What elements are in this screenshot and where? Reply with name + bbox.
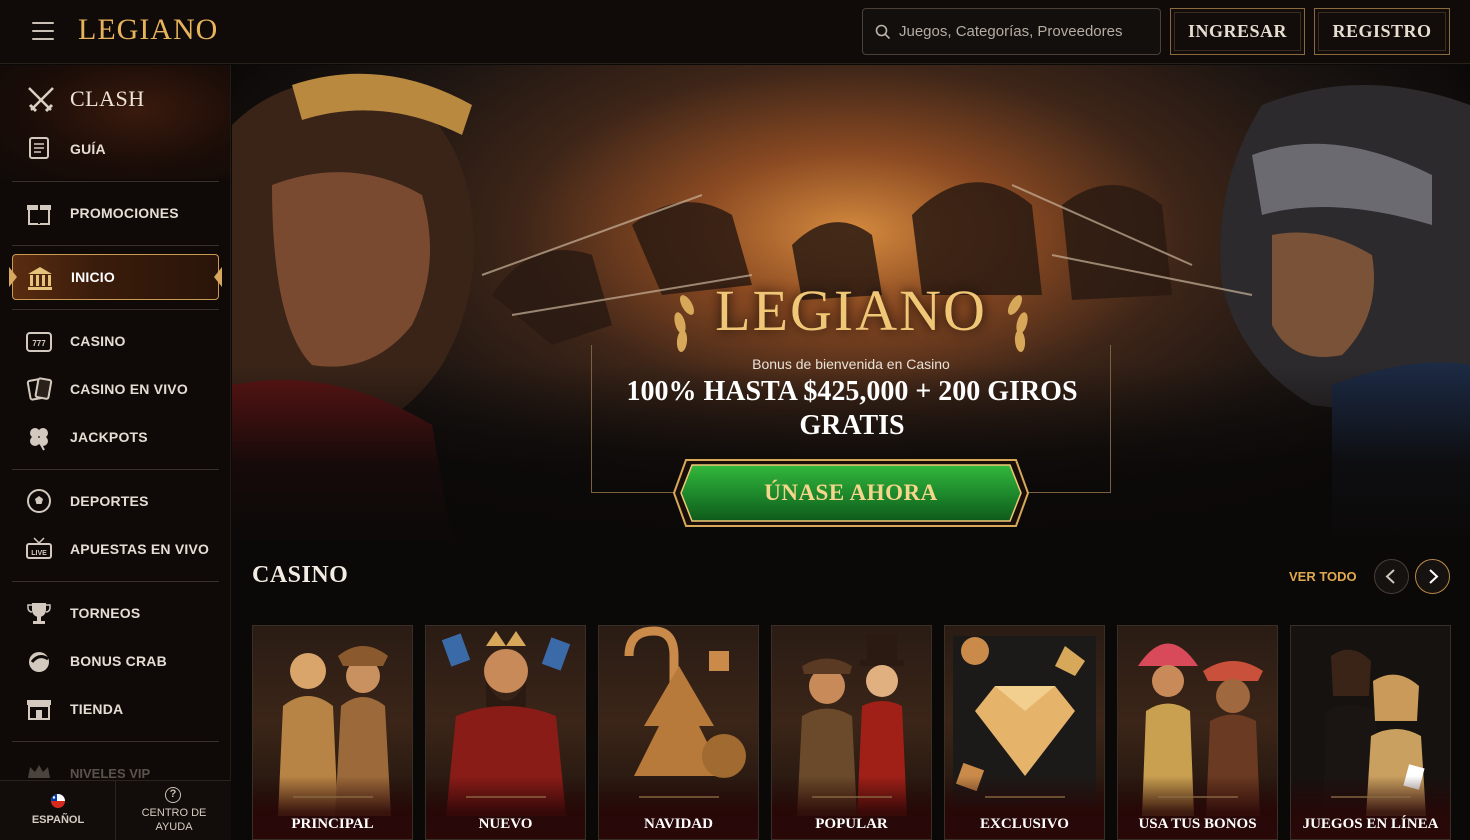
sidebar-item-apuestas-en-vivo[interactable]: LIVE APUESTAS EN VIVO	[12, 526, 219, 572]
sidebar-item-label: BONUS CRAB	[70, 653, 167, 669]
sidebar-item-deportes[interactable]: DEPORTES	[12, 478, 219, 524]
top-header: LEGIANO INGRESAR REGISTRO	[0, 0, 1470, 64]
card-label: JUEGOS EN LÍNEA	[1302, 816, 1439, 832]
sidebar-item-guia[interactable]: GUÍA	[12, 126, 219, 172]
trophy-icon	[27, 603, 51, 624]
sidebar-item-label: INICIO	[71, 269, 115, 285]
chevron-left-icon	[1385, 569, 1395, 584]
card-label: USA TUS BONOS	[1138, 816, 1257, 832]
register-button[interactable]: REGISTRO	[1314, 8, 1450, 55]
join-now-button[interactable]: ÚNASE AHORA	[672, 458, 1030, 528]
shop-icon	[27, 700, 51, 720]
category-card-exclusivo[interactable]: EXCLUSIVO	[944, 625, 1105, 840]
sidebar-item-label: CASINO EN VIVO	[70, 381, 188, 397]
category-card-popular[interactable]: POPULAR	[771, 625, 932, 840]
card-ornament	[466, 796, 546, 798]
sidebar-item-label: JACKPOTS	[70, 429, 148, 445]
sidebar-item-label: TORNEOS	[70, 605, 141, 621]
hero-title: 100% HASTA $425,000 + 200 GIROS GRATIS	[626, 376, 1078, 441]
clover-icon	[30, 428, 48, 451]
sidebar-item-tienda[interactable]: TIENDA	[12, 686, 219, 732]
help-center-label: CENTRO DE AYUDA	[141, 807, 207, 833]
sidebar: CLASH GUÍA PROMOCIONES INICIO 777 CASINO…	[0, 65, 231, 840]
view-all-link[interactable]: VER TODO	[1289, 569, 1357, 584]
card-ornament	[293, 796, 373, 798]
search-input[interactable]	[899, 23, 1149, 40]
category-card-nuevo[interactable]: NUEVO	[425, 625, 586, 840]
card-ornament	[1331, 796, 1411, 798]
chevron-right-icon	[1429, 569, 1439, 584]
card-label: NUEVO	[478, 816, 533, 832]
sidebar-item-label: GUÍA	[70, 141, 106, 157]
sidebar-item-torneos[interactable]: TORNEOS	[12, 590, 219, 636]
sidebar-item-casino-en-vivo[interactable]: CASINO EN VIVO	[12, 366, 219, 412]
hero-subtitle: Bonus de bienvenida en Casino	[752, 356, 950, 372]
site-logo[interactable]: LEGIANO	[78, 13, 218, 47]
join-now-label: ÚNASE AHORA	[764, 480, 938, 505]
hero-logo: LEGIANO	[715, 278, 987, 343]
clash-title: CLASH	[70, 86, 145, 111]
sidebar-item-label: DEPORTES	[70, 493, 149, 509]
chile-flag-icon	[51, 794, 65, 808]
sidebar-item-bonus-crab[interactable]: BONUS CRAB	[12, 638, 219, 684]
hero-banner: LEGIANO Bonus de bienvenida en Casino 10…	[232, 65, 1470, 543]
carousel-prev-button[interactable]	[1374, 559, 1409, 594]
sidebar-item-jackpots[interactable]: JACKPOTS	[12, 414, 219, 460]
card-ornament	[985, 796, 1065, 798]
cards-icon	[26, 377, 53, 401]
temple-icon	[28, 267, 52, 290]
category-card-principal[interactable]: PRINCIPAL	[252, 625, 413, 840]
menu-icon[interactable]	[32, 22, 54, 40]
sidebar-item-label: APUESTAS EN VIVO	[70, 541, 210, 557]
card-label: POPULAR	[815, 816, 888, 832]
crown-icon	[28, 765, 50, 778]
login-button[interactable]: INGRESAR	[1170, 8, 1305, 55]
sidebar-item-label: PROMOCIONES	[70, 205, 179, 221]
casino-section-title: CASINO	[252, 562, 349, 588]
crossed-swords-icon	[28, 87, 54, 113]
gift-icon	[27, 205, 51, 225]
card-label: NAVIDAD	[644, 816, 713, 832]
scroll-icon	[29, 137, 49, 159]
carousel-next-button[interactable]	[1415, 559, 1450, 594]
category-card-usa-tus-bonos[interactable]: USA TUS BONOS	[1117, 625, 1278, 840]
question-icon: ?	[165, 787, 181, 803]
help-center-button[interactable]: ? CENTRO DE AYUDA	[117, 781, 231, 840]
divider	[12, 245, 219, 246]
divider	[12, 469, 219, 470]
sidebar-item-label: TIENDA	[70, 701, 124, 717]
svg-text:LIVE: LIVE	[31, 550, 47, 557]
search-box[interactable]	[862, 8, 1161, 55]
slot-machine-icon: 777	[26, 332, 52, 352]
card-ornament	[812, 796, 892, 798]
soccer-ball-icon	[27, 489, 51, 513]
live-tv-icon: LIVE	[26, 537, 52, 559]
svg-text:777: 777	[32, 339, 46, 348]
divider	[12, 309, 219, 310]
card-label: PRINCIPAL	[291, 816, 374, 832]
category-card-juegos-en-linea[interactable]: JUEGOS EN LÍNEA	[1290, 625, 1451, 840]
search-icon	[875, 24, 891, 39]
claw-icon	[29, 652, 49, 672]
card-label: EXCLUSIVO	[980, 816, 1069, 832]
sidebar-item-label: NIVELES VIP	[70, 766, 151, 781]
sidebar-item-casino[interactable]: 777 CASINO	[12, 318, 219, 364]
divider	[12, 181, 219, 182]
sidebar-item-label: CASINO	[70, 333, 126, 349]
divider	[12, 581, 219, 582]
sidebar-footer: ESPAÑOL ? CENTRO DE AYUDA	[0, 780, 231, 840]
category-card-navidad[interactable]: NAVIDAD	[598, 625, 759, 840]
language-label: ESPAÑOL	[31, 814, 85, 826]
card-ornament	[1158, 796, 1238, 798]
sidebar-item-inicio[interactable]: INICIO	[9, 254, 222, 300]
language-selector[interactable]: ESPAÑOL	[0, 781, 116, 840]
card-ornament	[639, 796, 719, 798]
divider	[12, 741, 219, 742]
sidebar-item-promociones[interactable]: PROMOCIONES	[12, 190, 219, 236]
